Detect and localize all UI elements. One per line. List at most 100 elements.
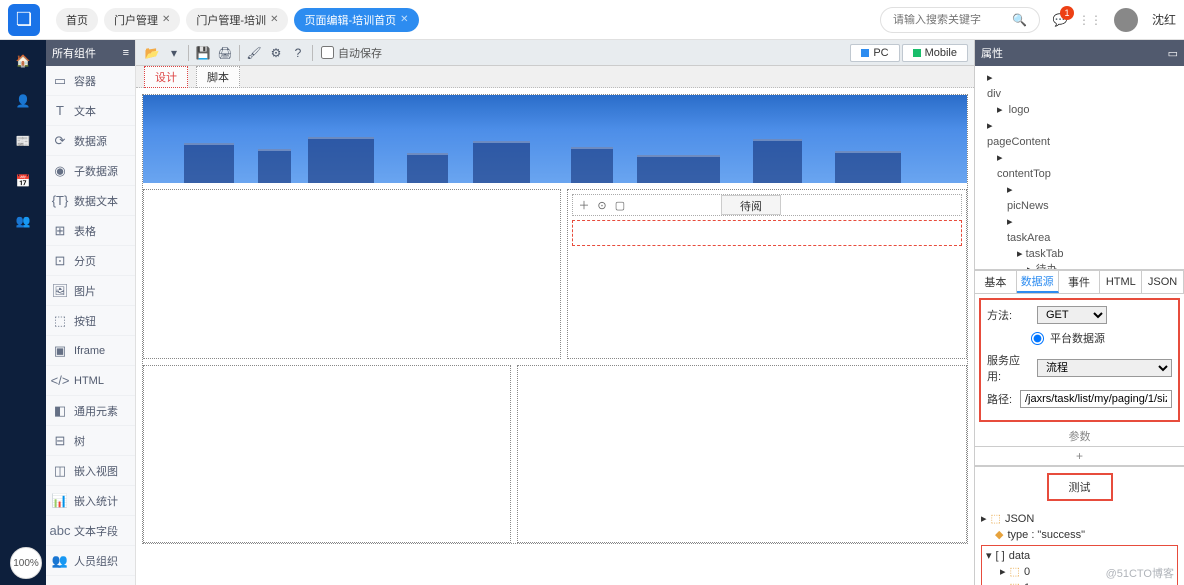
help-icon[interactable]: ? (288, 43, 308, 63)
comp-pager[interactable]: ⊡分页 (46, 246, 135, 276)
autosave-toggle[interactable]: 自动保存 (321, 45, 382, 61)
prop-tab-events[interactable]: 事件 (1059, 271, 1101, 293)
tree-node[interactable]: ▸ contentTop (977, 150, 1182, 182)
comp-tree[interactable]: ⊟树 (46, 426, 135, 456)
layout-cell-taskarea[interactable]: ＋ ⊙ ▢ 待阅 (567, 189, 967, 359)
device-pc[interactable]: PC (850, 44, 899, 62)
tree-node[interactable]: ▸ 待办 (977, 262, 1182, 270)
search-input[interactable] (893, 14, 1012, 26)
code-icon[interactable]: ⚙ (266, 43, 286, 63)
watermark: @51CTO博客 (1106, 565, 1174, 581)
prop-tab-datasource[interactable]: 数据源 (1017, 271, 1059, 293)
topbar: ❏ 首页 门户管理✕ 门户管理-培训✕ 页面编辑-培训首页✕ 🔍 💬1 ⋮⋮ 沈… (0, 0, 1184, 40)
outline-tree[interactable]: ▸ div▸ logo▸ pageContent▸ contentTop▸ pi… (975, 66, 1184, 270)
tab-page-edit[interactable]: 页面编辑-培训首页✕ (294, 8, 418, 32)
user-gear-icon[interactable]: 👥 (12, 210, 34, 232)
comp-embed-stat[interactable]: 📊嵌入统计 (46, 486, 135, 516)
platform-radio-label: 平台数据源 (1050, 330, 1105, 346)
square-icon[interactable]: ▢ (613, 198, 627, 212)
tree-node[interactable]: ▸ div (977, 70, 1182, 102)
print-icon[interactable]: 🖨 (215, 43, 235, 63)
comp-iframe[interactable]: ▣Iframe (46, 336, 135, 366)
property-panel: 属性 ▭ ▸ div▸ logo▸ pageContent▸ contentTo… (974, 40, 1184, 585)
chevron-down-icon[interactable]: ▾ (164, 43, 184, 63)
comp-container[interactable]: ▭容器 (46, 66, 135, 96)
method-label: 方法: (987, 307, 1031, 323)
save-icon[interactable]: 💾 (193, 43, 213, 63)
prop-tab-basic[interactable]: 基本 (975, 271, 1017, 293)
topbar-right: 🔍 💬1 ⋮⋮ 沈红 (880, 7, 1176, 33)
banner-image (143, 95, 967, 183)
editor-toolbar: 📂 ▾ 💾 🖨 🖌 ⚙ ? 自动保存 PC Mobile (136, 40, 974, 66)
path-input[interactable] (1020, 390, 1172, 408)
apps-icon[interactable]: ⋮⋮ (1080, 10, 1100, 30)
comp-embed-view[interactable]: ◫嵌入视图 (46, 456, 135, 486)
app-logo[interactable]: ❏ (8, 4, 40, 36)
layout-cell-picnews[interactable] (143, 189, 561, 359)
comp-datatext[interactable]: {T}数据文本 (46, 186, 135, 216)
selected-source-box[interactable] (572, 220, 962, 246)
tree-node[interactable]: ▸ taskArea (977, 214, 1182, 246)
tree-node[interactable]: ▸ logo (977, 102, 1182, 118)
plus-icon[interactable]: ＋ (577, 198, 591, 212)
comp-html[interactable]: </>HTML (46, 366, 135, 396)
open-icon[interactable]: 📂 (142, 43, 162, 63)
comp-textfield[interactable]: abc文本字段 (46, 516, 135, 546)
method-select[interactable]: GET (1037, 306, 1107, 324)
comp-org[interactable]: 👥人员组织 (46, 546, 135, 576)
circle-icon[interactable]: ⊙ (595, 198, 609, 212)
comp-image[interactable]: 🖼图片 (46, 276, 135, 306)
tab-home[interactable]: 首页 (56, 8, 98, 32)
tab-script[interactable]: 脚本 (196, 66, 240, 88)
user-icon[interactable]: 👤 (12, 90, 34, 112)
home-icon[interactable]: 🏠 (12, 50, 34, 72)
username: 沈红 (1152, 11, 1176, 28)
service-label: 服务应用: (987, 352, 1031, 384)
tab-portal-training[interactable]: 门户管理-培训✕ (186, 8, 288, 32)
comp-datasource[interactable]: ⟳数据源 (46, 126, 135, 156)
page-preview[interactable]: ＋ ⊙ ▢ 待阅 (142, 94, 968, 544)
layout-cell-right[interactable] (517, 365, 967, 543)
comp-button[interactable]: ⬚按钮 (46, 306, 135, 336)
chat-icon[interactable]: 💬1 (1050, 10, 1070, 30)
tree-node[interactable]: ▸ pageContent (977, 118, 1182, 150)
calendar-icon[interactable]: 📅 (12, 170, 34, 192)
property-tabs: 基本 数据源 事件 HTML JSON (975, 270, 1184, 294)
notif-badge: 1 (1060, 6, 1074, 20)
left-rail: 🏠 👤 📰 📅 👥 (0, 40, 46, 585)
comp-table[interactable]: ⊞表格 (46, 216, 135, 246)
canvas-area: 📂 ▾ 💾 🖨 🖌 ⚙ ? 自动保存 PC Mobile 设计 脚本 (136, 40, 974, 585)
avatar[interactable] (1114, 8, 1138, 32)
path-label: 路径: (987, 391, 1014, 407)
nav-tabs: 首页 门户管理✕ 门户管理-培训✕ 页面编辑-培训首页✕ (56, 8, 880, 32)
tree-node[interactable]: ▸ picNews (977, 182, 1182, 214)
params-section: 参数 (975, 426, 1184, 447)
layout-cell-left[interactable] (143, 365, 511, 543)
brush-icon[interactable]: 🖌 (244, 43, 264, 63)
test-button[interactable]: 测试 (1047, 473, 1113, 501)
close-icon[interactable]: ✕ (162, 14, 170, 25)
prop-tab-html[interactable]: HTML (1100, 271, 1142, 293)
comp-subdatasource[interactable]: ◉子数据源 (46, 156, 135, 186)
maximize-icon[interactable]: ▭ (1168, 47, 1178, 60)
comp-generic[interactable]: ◧通用元素 (46, 396, 135, 426)
menu-icon[interactable]: ≡ (123, 47, 129, 59)
close-icon[interactable]: ✕ (400, 14, 408, 25)
device-mobile[interactable]: Mobile (902, 44, 968, 62)
add-param-button[interactable]: + (975, 447, 1184, 466)
service-select[interactable]: 流程 (1037, 359, 1172, 377)
tab-design[interactable]: 设计 (144, 66, 188, 88)
inner-tab-daiyue[interactable]: 待阅 (721, 195, 781, 215)
news-icon[interactable]: 📰 (12, 130, 34, 152)
close-icon[interactable]: ✕ (270, 14, 278, 25)
prop-tab-json[interactable]: JSON (1142, 271, 1184, 293)
tab-portal[interactable]: 门户管理✕ (104, 8, 180, 32)
tree-node[interactable]: ▸ taskTab (977, 246, 1182, 262)
property-header: 属性 ▭ (975, 40, 1184, 66)
search-icon[interactable]: 🔍 (1012, 13, 1027, 27)
palette-header: 所有组件 ≡ (46, 40, 135, 66)
comp-text[interactable]: T文本 (46, 96, 135, 126)
zoom-indicator[interactable]: 100% (10, 547, 42, 579)
datasource-form: 方法: GET 平台数据源 服务应用: 流程 路径: (979, 298, 1180, 422)
platform-radio[interactable] (1031, 332, 1044, 345)
